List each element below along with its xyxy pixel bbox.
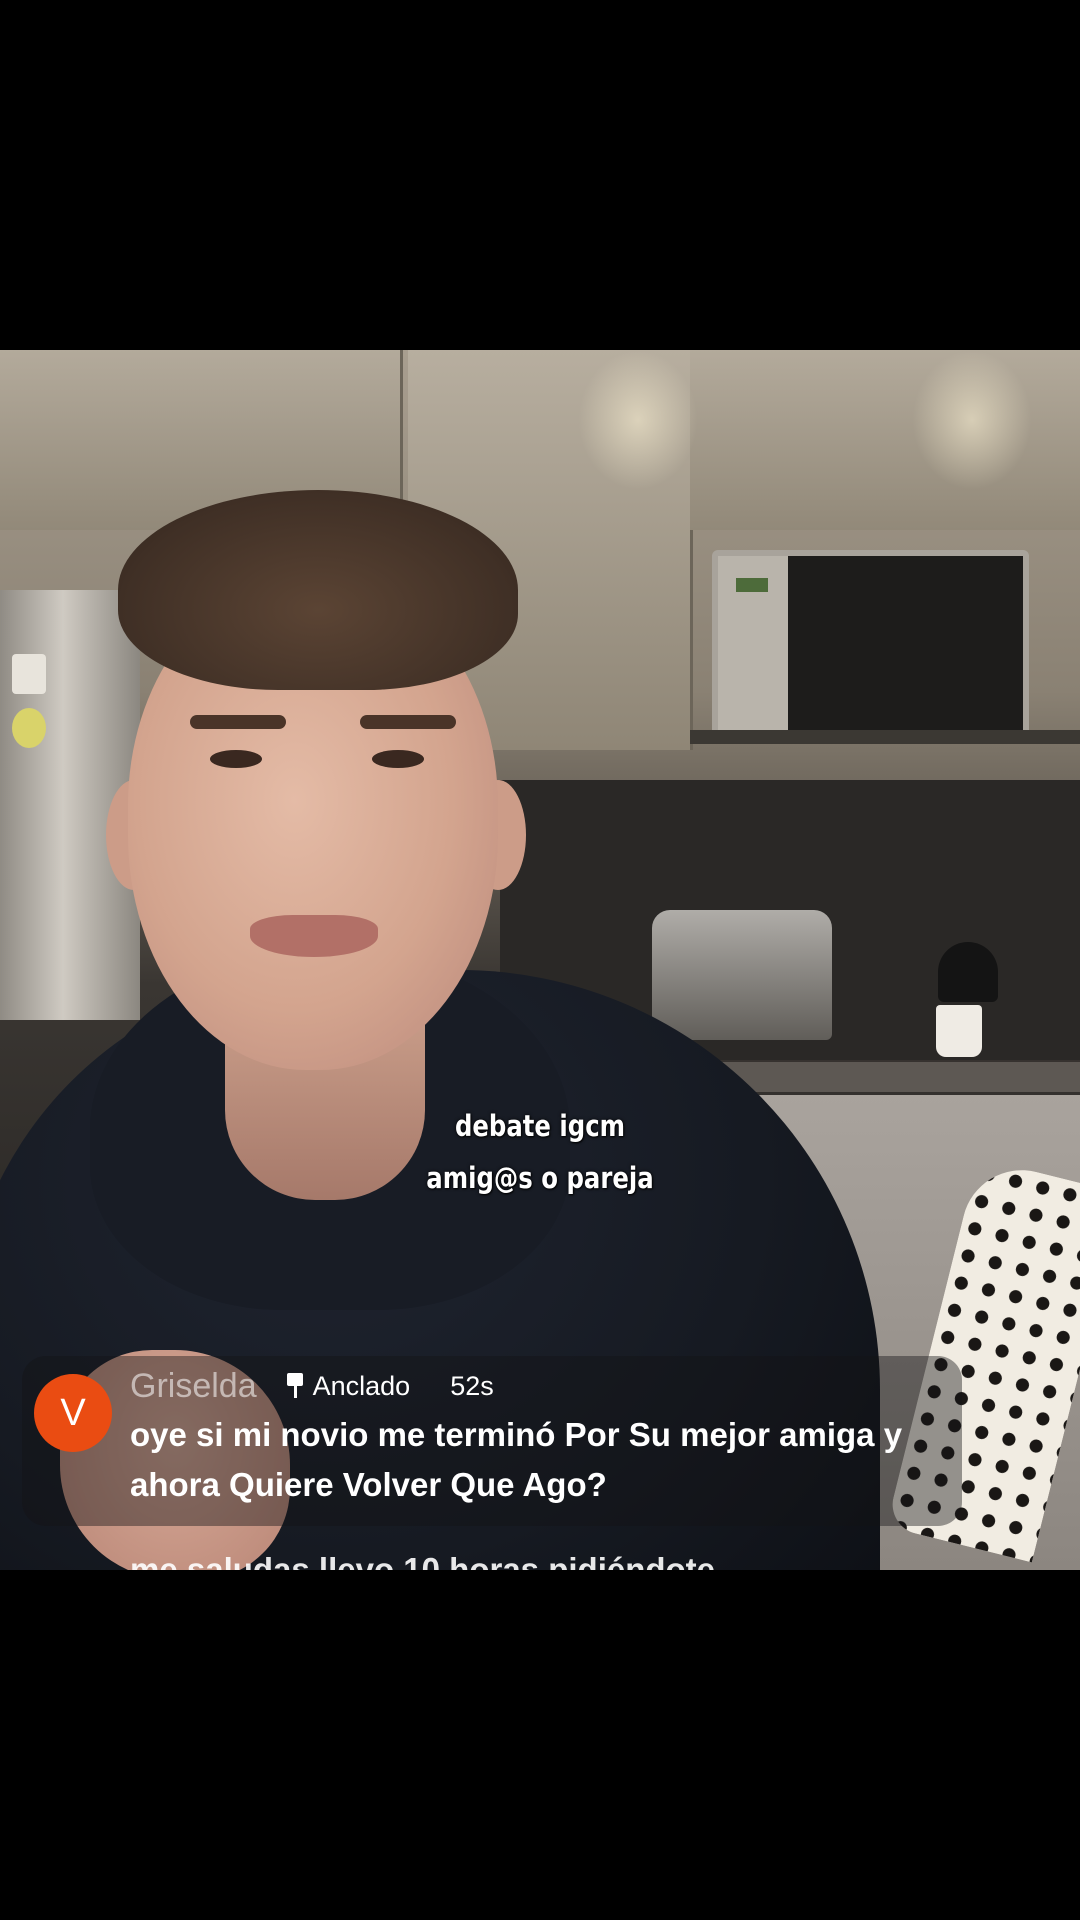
- comment-text: oye si mi novio me terminó Por Su mejor …: [130, 1416, 903, 1503]
- screen: debate igcm amig@s o pareja V Griselda A…: [0, 0, 1080, 1920]
- microwave-control-panel: [718, 556, 788, 731]
- mug: [936, 1005, 982, 1057]
- next-comment-preview[interactable]: me saludas llevo 10 horas pidiéndote: [130, 1540, 930, 1570]
- upper-cabinet: [0, 350, 191, 530]
- eye: [372, 750, 424, 768]
- shelf: [690, 730, 1080, 744]
- energy-label: [12, 654, 46, 694]
- eyebrow: [190, 715, 286, 729]
- energy-label: [12, 708, 46, 748]
- person-hair: [118, 490, 518, 690]
- video-caption: debate igcm amig@s o pareja: [86, 1100, 993, 1204]
- comment-timestamp: 52s: [450, 1370, 494, 1401]
- microwave: [712, 550, 1029, 737]
- dish-rack: [652, 910, 832, 1040]
- caption-line: debate igcm: [454, 1109, 626, 1143]
- pinned-comment[interactable]: V Griselda Anclado 52s oye si mi novio m…: [22, 1356, 962, 1526]
- upper-cabinet: [690, 350, 859, 530]
- live-video[interactable]: debate igcm amig@s o pareja V Griselda A…: [0, 350, 1080, 1570]
- pin-icon: [285, 1373, 305, 1399]
- microwave-display: [736, 578, 768, 592]
- upper-cabinet: [1022, 350, 1080, 530]
- eye: [210, 750, 262, 768]
- kettle: [938, 942, 998, 1002]
- comment-meta: Griselda Anclado 52s: [130, 1366, 494, 1406]
- eyebrow: [360, 715, 456, 729]
- commenter-avatar[interactable]: V: [34, 1374, 112, 1452]
- caption-line: amig@s o pareja: [426, 1161, 654, 1195]
- ceiling-light: [912, 350, 1032, 490]
- ceiling-light: [578, 350, 698, 490]
- person-mouth: [250, 915, 378, 957]
- pinned-label: Anclado: [312, 1370, 411, 1401]
- commenter-username[interactable]: Griselda: [130, 1367, 257, 1406]
